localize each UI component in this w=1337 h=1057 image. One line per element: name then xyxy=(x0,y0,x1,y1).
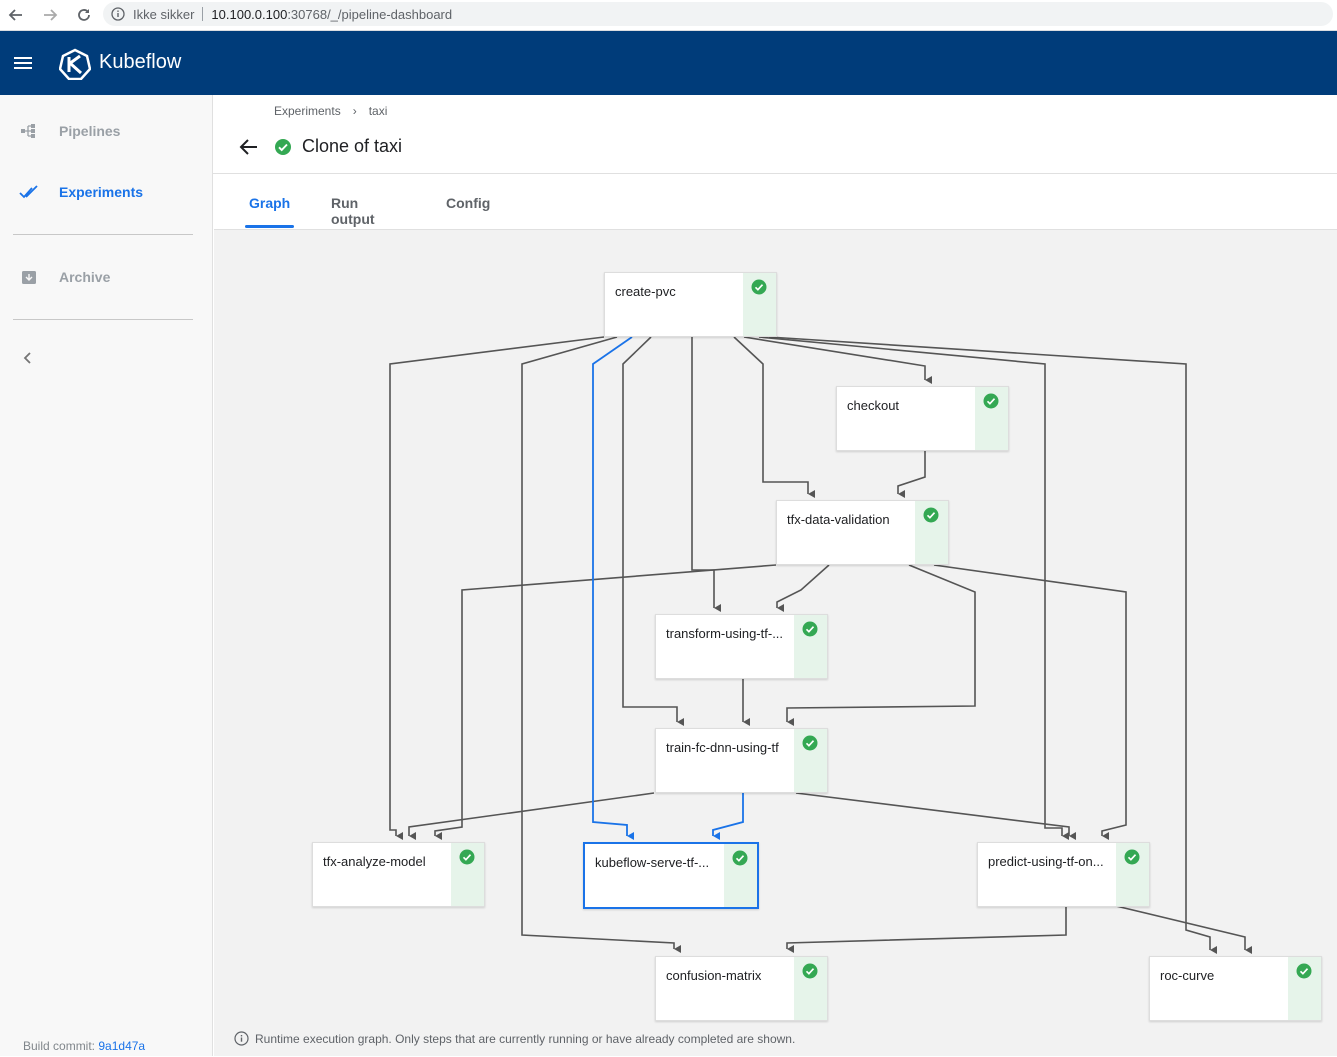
reload-icon[interactable] xyxy=(72,3,96,27)
brand-name[interactable]: Kubeflow xyxy=(99,51,181,74)
sidebar-item-label: Pipelines xyxy=(59,123,121,139)
node-label: create-pvc xyxy=(615,284,676,299)
sidebar-item-label: Archive xyxy=(59,269,111,285)
node-label: transform-using-tf-... xyxy=(666,626,784,641)
edge-create-pvc-validation xyxy=(733,336,815,498)
edge-checkout-validation xyxy=(897,451,926,498)
sidebar-item-pipelines[interactable]: Pipelines xyxy=(0,111,213,151)
node-status xyxy=(1116,843,1149,906)
node-status xyxy=(724,844,757,907)
pipelines-icon xyxy=(18,120,40,142)
info-icon xyxy=(234,1031,249,1046)
runtime-graph: create-pvc checkout tfx-data-validation … xyxy=(214,229,1337,1056)
tab-graph[interactable]: Graph xyxy=(244,195,295,229)
node-status xyxy=(794,729,827,792)
archive-icon xyxy=(18,266,40,288)
graph-node-confusion-matrix[interactable]: confusion-matrix xyxy=(655,956,828,1021)
sidebar-item-label: Experiments xyxy=(59,184,144,200)
graph-node-create-pvc[interactable]: create-pvc xyxy=(604,272,777,337)
node-label: roc-curve xyxy=(1160,968,1215,983)
edge-train-predict xyxy=(795,792,1076,840)
node-status xyxy=(794,957,827,1020)
success-status-icon xyxy=(275,139,291,155)
info-icon xyxy=(111,7,125,21)
menu-icon[interactable] xyxy=(13,53,33,73)
tab-config[interactable]: Config xyxy=(446,195,490,229)
back-nav-icon[interactable] xyxy=(4,3,28,27)
graph-node-roc-curve[interactable]: roc-curve xyxy=(1149,956,1322,1021)
node-label: tfx-data-validation xyxy=(787,512,890,527)
node-label: train-fc-dnn-using-tf xyxy=(666,740,779,755)
sidebar-divider xyxy=(13,234,193,235)
edge-validation-transform xyxy=(776,564,830,612)
page-title: Clone of taxi xyxy=(302,136,403,156)
security-label: Ikke sikker xyxy=(133,6,195,22)
kubeflow-logo-icon[interactable] xyxy=(59,48,91,80)
node-status xyxy=(915,501,948,564)
footnote-text: Runtime execution graph. Only steps that… xyxy=(255,1031,796,1046)
experiments-icon xyxy=(18,181,40,203)
tab-run-output[interactable]: Run output xyxy=(331,195,375,229)
success-status-icon xyxy=(751,279,767,295)
node-label: checkout xyxy=(847,398,900,413)
address-bar[interactable]: Ikke sikker 10.100.0.100:30768/_/pipelin… xyxy=(103,2,1333,26)
forward-nav-icon[interactable] xyxy=(38,3,62,27)
breadcrumb-taxi[interactable]: taxi xyxy=(369,104,388,118)
graph-node-tfx-data-validation[interactable]: tfx-data-validation xyxy=(776,500,949,565)
node-status xyxy=(451,843,484,906)
graph-node-transform[interactable]: transform-using-tf-... xyxy=(655,614,828,679)
edge-validation-analyze xyxy=(434,564,777,840)
success-status-icon xyxy=(459,849,475,865)
build-commit-link[interactable]: 9a1d47a xyxy=(98,1039,145,1053)
success-status-icon xyxy=(802,735,818,751)
build-commit-label: Build commit: xyxy=(23,1039,96,1053)
title-row: Clone of taxi xyxy=(238,135,402,159)
url-path: :30768/_/pipeline-dashboard xyxy=(287,6,453,22)
graph-node-tfx-analyze-model[interactable]: tfx-analyze-model xyxy=(312,842,485,907)
node-status xyxy=(1288,957,1321,1020)
header-divider xyxy=(213,173,1337,174)
collapse-sidebar-icon[interactable] xyxy=(18,348,38,368)
sidebar-item-experiments[interactable]: Experiments xyxy=(0,172,213,212)
sidebar-item-archive[interactable]: Archive xyxy=(0,257,213,297)
success-status-icon xyxy=(923,507,939,523)
node-label: kubeflow-serve-tf-... xyxy=(595,855,710,870)
app-header: Kubeflow xyxy=(0,31,1337,95)
edge-train-serve xyxy=(712,793,744,840)
graph-node-train[interactable]: train-fc-dnn-using-tf xyxy=(655,728,828,793)
edge-create-pvc-transform xyxy=(691,337,721,612)
node-label: confusion-matrix xyxy=(666,968,762,983)
edge-validation-predict xyxy=(933,564,1127,840)
edge-predict-confusion xyxy=(786,906,1067,953)
graph-node-kubeflow-serve[interactable]: kubeflow-serve-tf-... xyxy=(583,842,759,909)
browser-toolbar: Ikke sikker 10.100.0.100:30768/_/pipelin… xyxy=(0,0,1337,31)
node-label: predict-using-tf-on... xyxy=(988,854,1104,869)
breadcrumb-experiments[interactable]: Experiments xyxy=(274,104,341,118)
breadcrumb: Experiments › taxi xyxy=(274,104,387,118)
node-status xyxy=(743,273,776,336)
edge-predict-roc xyxy=(1115,905,1252,954)
success-status-icon xyxy=(1124,849,1140,865)
build-commit: Build commit: 9a1d47a xyxy=(23,1039,145,1053)
node-status xyxy=(975,387,1008,450)
back-arrow-icon[interactable] xyxy=(238,136,260,158)
edge-create-pvc-serve xyxy=(592,336,634,840)
url-host: 10.100.0.100 xyxy=(211,6,288,22)
success-status-icon xyxy=(802,621,818,637)
node-label: tfx-analyze-model xyxy=(323,854,426,869)
breadcrumb-separator: › xyxy=(352,104,357,118)
sidebar-divider xyxy=(13,319,193,320)
success-status-icon xyxy=(983,393,999,409)
graph-footnote: Runtime execution graph. Only steps that… xyxy=(234,1031,795,1046)
success-status-icon xyxy=(802,963,818,979)
success-status-icon xyxy=(732,850,748,866)
node-status xyxy=(794,615,827,678)
success-status-icon xyxy=(1296,963,1312,979)
graph-node-checkout[interactable]: checkout xyxy=(836,386,1009,451)
graph-node-predict[interactable]: predict-using-tf-on... xyxy=(977,842,1150,907)
sidebar: Pipelines Experiments Archive Build comm… xyxy=(0,95,213,1056)
